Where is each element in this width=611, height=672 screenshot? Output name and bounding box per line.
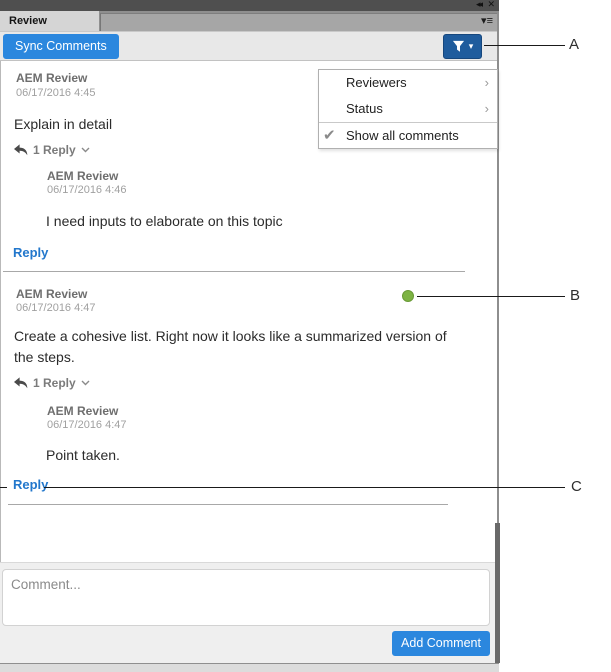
callout-label-a: A xyxy=(569,36,579,53)
reply-link[interactable]: Reply xyxy=(13,477,48,492)
menu-item-label: Show all comments xyxy=(346,128,459,143)
comment-divider xyxy=(8,504,448,505)
reply-arrow-icon xyxy=(14,144,28,156)
comment-status-dot xyxy=(402,290,414,302)
comment-divider xyxy=(3,271,465,272)
filter-funnel-icon xyxy=(452,40,465,53)
menu-item-label: Status xyxy=(346,101,383,116)
compose-area: Add Comment xyxy=(0,562,497,663)
reply-arrow-icon xyxy=(14,377,28,389)
reply-body: Point taken. xyxy=(46,445,120,466)
reply-date: 06/17/2016 4:46 xyxy=(47,184,127,196)
comment-author: AEM Review xyxy=(16,287,87,301)
reply-date: 06/17/2016 4:47 xyxy=(47,419,127,431)
reply-author: AEM Review xyxy=(47,169,118,183)
comments-toolbar: Sync Comments ▾ xyxy=(0,31,499,61)
comment-date: 06/17/2016 4:47 xyxy=(16,302,96,314)
panel-menu-icon[interactable]: ▾≡ xyxy=(481,14,493,27)
callout-label-b: B xyxy=(570,287,580,304)
filter-button[interactable]: ▾ xyxy=(443,34,482,59)
reply-count-toggle[interactable]: 1 Reply xyxy=(14,376,90,390)
reply-count-label: 1 Reply xyxy=(33,376,76,390)
add-comment-button[interactable]: Add Comment xyxy=(392,631,490,656)
chevron-down-icon xyxy=(81,147,90,153)
reply-body: I need inputs to elaborate on this topic xyxy=(46,211,283,232)
menu-item-reviewers[interactable]: Reviewers › xyxy=(319,70,497,96)
callout-line-b xyxy=(417,296,565,297)
reply-link[interactable]: Reply xyxy=(13,245,48,260)
menu-item-show-all-comments[interactable]: ✔ Show all comments xyxy=(319,123,497,148)
filter-caret-icon: ▾ xyxy=(469,42,474,51)
checkmark-icon: ✔ xyxy=(323,123,336,148)
panel-tab-bar: Review Comments ▾≡ xyxy=(0,11,499,31)
comment-body: Create a cohesive list. Right now it loo… xyxy=(14,326,459,368)
tab-well xyxy=(100,13,497,31)
close-panel-icon[interactable]: ✕ xyxy=(487,0,495,10)
comment-date: 06/17/2016 4:45 xyxy=(16,87,96,99)
reply-count-label: 1 Reply xyxy=(33,143,76,157)
reply-count-toggle[interactable]: 1 Reply xyxy=(14,143,90,157)
comment-author: AEM Review xyxy=(16,71,87,85)
chevron-down-icon xyxy=(81,380,90,386)
screenshot-stage: ◂◂ ✕ Review Comments ▾≡ Sync Comments ▾ … xyxy=(0,0,611,672)
callout-line-a xyxy=(484,45,565,46)
collapse-panel-icon[interactable]: ◂◂ xyxy=(476,0,481,10)
menu-item-label: Reviewers xyxy=(346,75,407,90)
reply-author: AEM Review xyxy=(47,404,118,418)
submenu-arrow-icon: › xyxy=(485,96,489,122)
callout-line-c xyxy=(44,487,565,488)
tab-review-comments[interactable]: Review Comments xyxy=(0,11,99,31)
comment-body: Explain in detail xyxy=(14,114,112,135)
scrollbar-thumb[interactable] xyxy=(495,523,500,663)
callout-label-c: C xyxy=(571,478,582,495)
sync-comments-button[interactable]: Sync Comments xyxy=(3,34,119,59)
callout-line-c-stub xyxy=(0,487,7,488)
panel-title-strip: ◂◂ ✕ xyxy=(0,0,499,11)
filter-dropdown-menu: Reviewers › Status › ✔ Show all comments xyxy=(318,69,498,149)
panel-bottom-strip xyxy=(0,663,499,672)
comment-input[interactable] xyxy=(2,569,490,626)
submenu-arrow-icon: › xyxy=(485,70,489,96)
menu-item-status[interactable]: Status › xyxy=(319,96,497,122)
